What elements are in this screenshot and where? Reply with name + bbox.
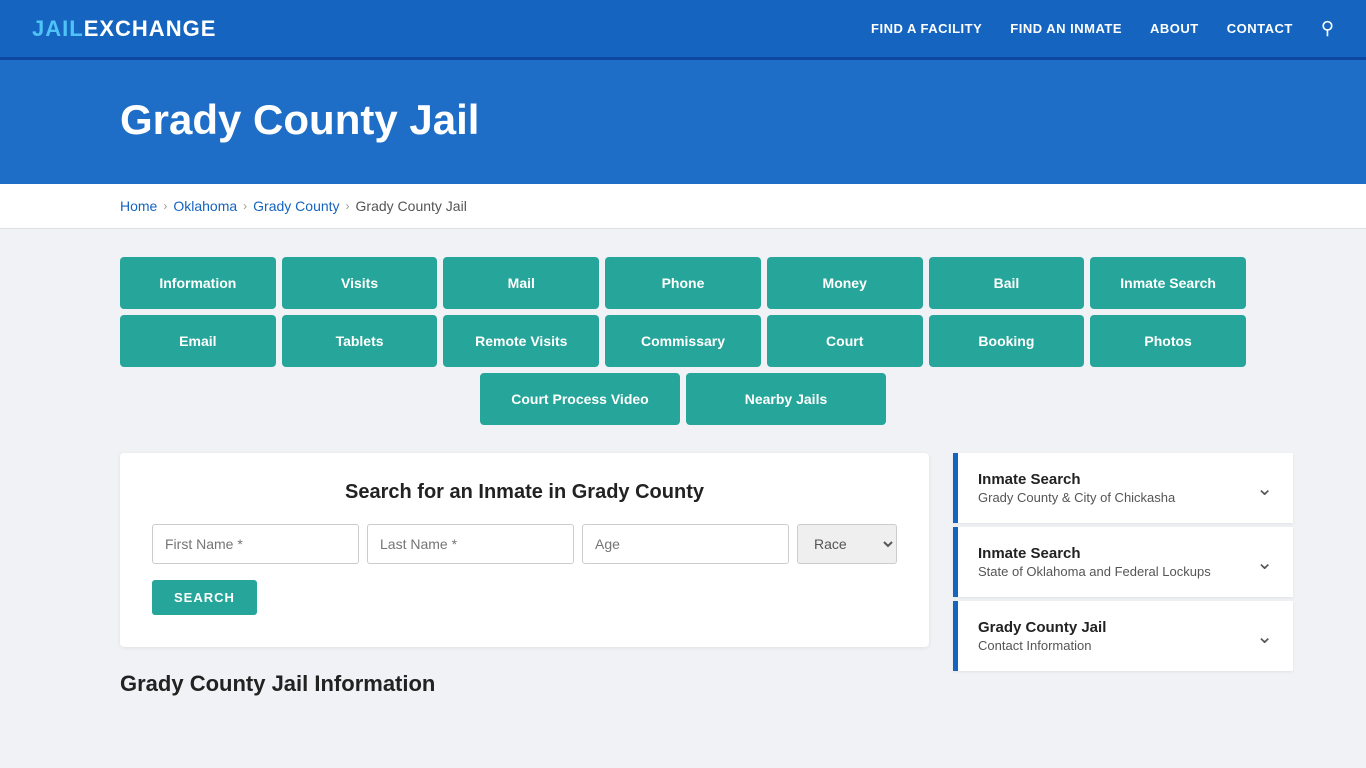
btn-nearby-jails[interactable]: Nearby Jails (686, 373, 886, 425)
btn-mail[interactable]: Mail (443, 257, 599, 309)
sidebar: Inmate Search Grady County & City of Chi… (953, 453, 1293, 675)
search-panel: Search for an Inmate in Grady County Rac… (120, 453, 929, 647)
breadcrumb-sep-2: › (243, 199, 247, 213)
breadcrumb-sep-3: › (346, 199, 350, 213)
btn-court-process-video[interactable]: Court Process Video (480, 373, 680, 425)
chevron-down-icon-1: ⌄ (1256, 476, 1273, 501)
breadcrumb-bar: Home › Oklahoma › Grady County › Grady C… (0, 184, 1366, 229)
age-input[interactable] (582, 524, 789, 564)
btn-email[interactable]: Email (120, 315, 276, 367)
breadcrumb-sep-1: › (163, 199, 167, 213)
search-button[interactable]: SEARCH (152, 580, 257, 615)
search-icon[interactable]: ⚲ (1321, 18, 1334, 39)
btn-phone[interactable]: Phone (605, 257, 761, 309)
first-name-input[interactable] (152, 524, 359, 564)
chevron-down-icon-2: ⌄ (1256, 550, 1273, 575)
chevron-down-icon-3: ⌄ (1256, 624, 1273, 649)
two-col-layout: Search for an Inmate in Grady County Rac… (120, 453, 1246, 697)
page-body: Information Visits Mail Phone Money Bail… (0, 229, 1366, 737)
nav-find-facility[interactable]: FIND A FACILITY (871, 21, 982, 36)
button-grid-row1: Information Visits Mail Phone Money Bail… (120, 257, 1246, 309)
btn-booking[interactable]: Booking (929, 315, 1085, 367)
logo-part2: EXCHANGE (84, 16, 217, 41)
search-title: Search for an Inmate in Grady County (152, 481, 897, 504)
sidebar-contact-info[interactable]: Grady County Jail Contact Information ⌄ (953, 601, 1293, 671)
breadcrumb-oklahoma[interactable]: Oklahoma (173, 198, 237, 214)
btn-bail[interactable]: Bail (929, 257, 1085, 309)
breadcrumb-home[interactable]: Home (120, 198, 157, 214)
main-nav: JAILEXCHANGE FIND A FACILITY FIND AN INM… (0, 0, 1366, 60)
page-title: Grady County Jail (120, 96, 1246, 144)
btn-inmate-search[interactable]: Inmate Search (1090, 257, 1246, 309)
button-grid-row3: Court Process Video Nearby Jails (120, 373, 1246, 425)
btn-commissary[interactable]: Commissary (605, 315, 761, 367)
breadcrumb-current: Grady County Jail (356, 198, 467, 214)
search-fields: Race White Black Hispanic Asian Other (152, 524, 897, 564)
race-select[interactable]: Race White Black Hispanic Asian Other (797, 524, 897, 564)
sidebar-item-sub-2: State of Oklahoma and Federal Lockups (978, 564, 1211, 579)
nav-find-inmate[interactable]: FIND AN INMATE (1010, 21, 1122, 36)
last-name-input[interactable] (367, 524, 574, 564)
sidebar-inmate-search-local[interactable]: Inmate Search Grady County & City of Chi… (953, 453, 1293, 523)
button-grid-row2: Email Tablets Remote Visits Commissary C… (120, 315, 1246, 367)
main-content: Search for an Inmate in Grady County Rac… (120, 453, 929, 697)
hero-section: Grady County Jail (0, 60, 1366, 184)
site-logo[interactable]: JAILEXCHANGE (32, 16, 216, 42)
btn-money[interactable]: Money (767, 257, 923, 309)
sidebar-item-title-2: Inmate Search (978, 545, 1211, 562)
sidebar-item-sub-3: Contact Information (978, 638, 1106, 653)
nav-contact[interactable]: CONTACT (1227, 21, 1293, 36)
breadcrumb: Home › Oklahoma › Grady County › Grady C… (120, 198, 1246, 214)
logo-part1: JAIL (32, 16, 84, 41)
nav-links: FIND A FACILITY FIND AN INMATE ABOUT CON… (871, 18, 1334, 39)
sidebar-item-title-1: Inmate Search (978, 471, 1175, 488)
btn-photos[interactable]: Photos (1090, 315, 1246, 367)
btn-information[interactable]: Information (120, 257, 276, 309)
sidebar-item-title-3: Grady County Jail (978, 619, 1106, 636)
sidebar-inmate-search-state[interactable]: Inmate Search State of Oklahoma and Fede… (953, 527, 1293, 597)
sidebar-item-sub-1: Grady County & City of Chickasha (978, 490, 1175, 505)
nav-about[interactable]: ABOUT (1150, 21, 1199, 36)
btn-court[interactable]: Court (767, 315, 923, 367)
btn-tablets[interactable]: Tablets (282, 315, 438, 367)
breadcrumb-grady-county[interactable]: Grady County (253, 198, 339, 214)
section-title: Grady County Jail Information (120, 671, 929, 697)
btn-visits[interactable]: Visits (282, 257, 438, 309)
btn-remote-visits[interactable]: Remote Visits (443, 315, 599, 367)
